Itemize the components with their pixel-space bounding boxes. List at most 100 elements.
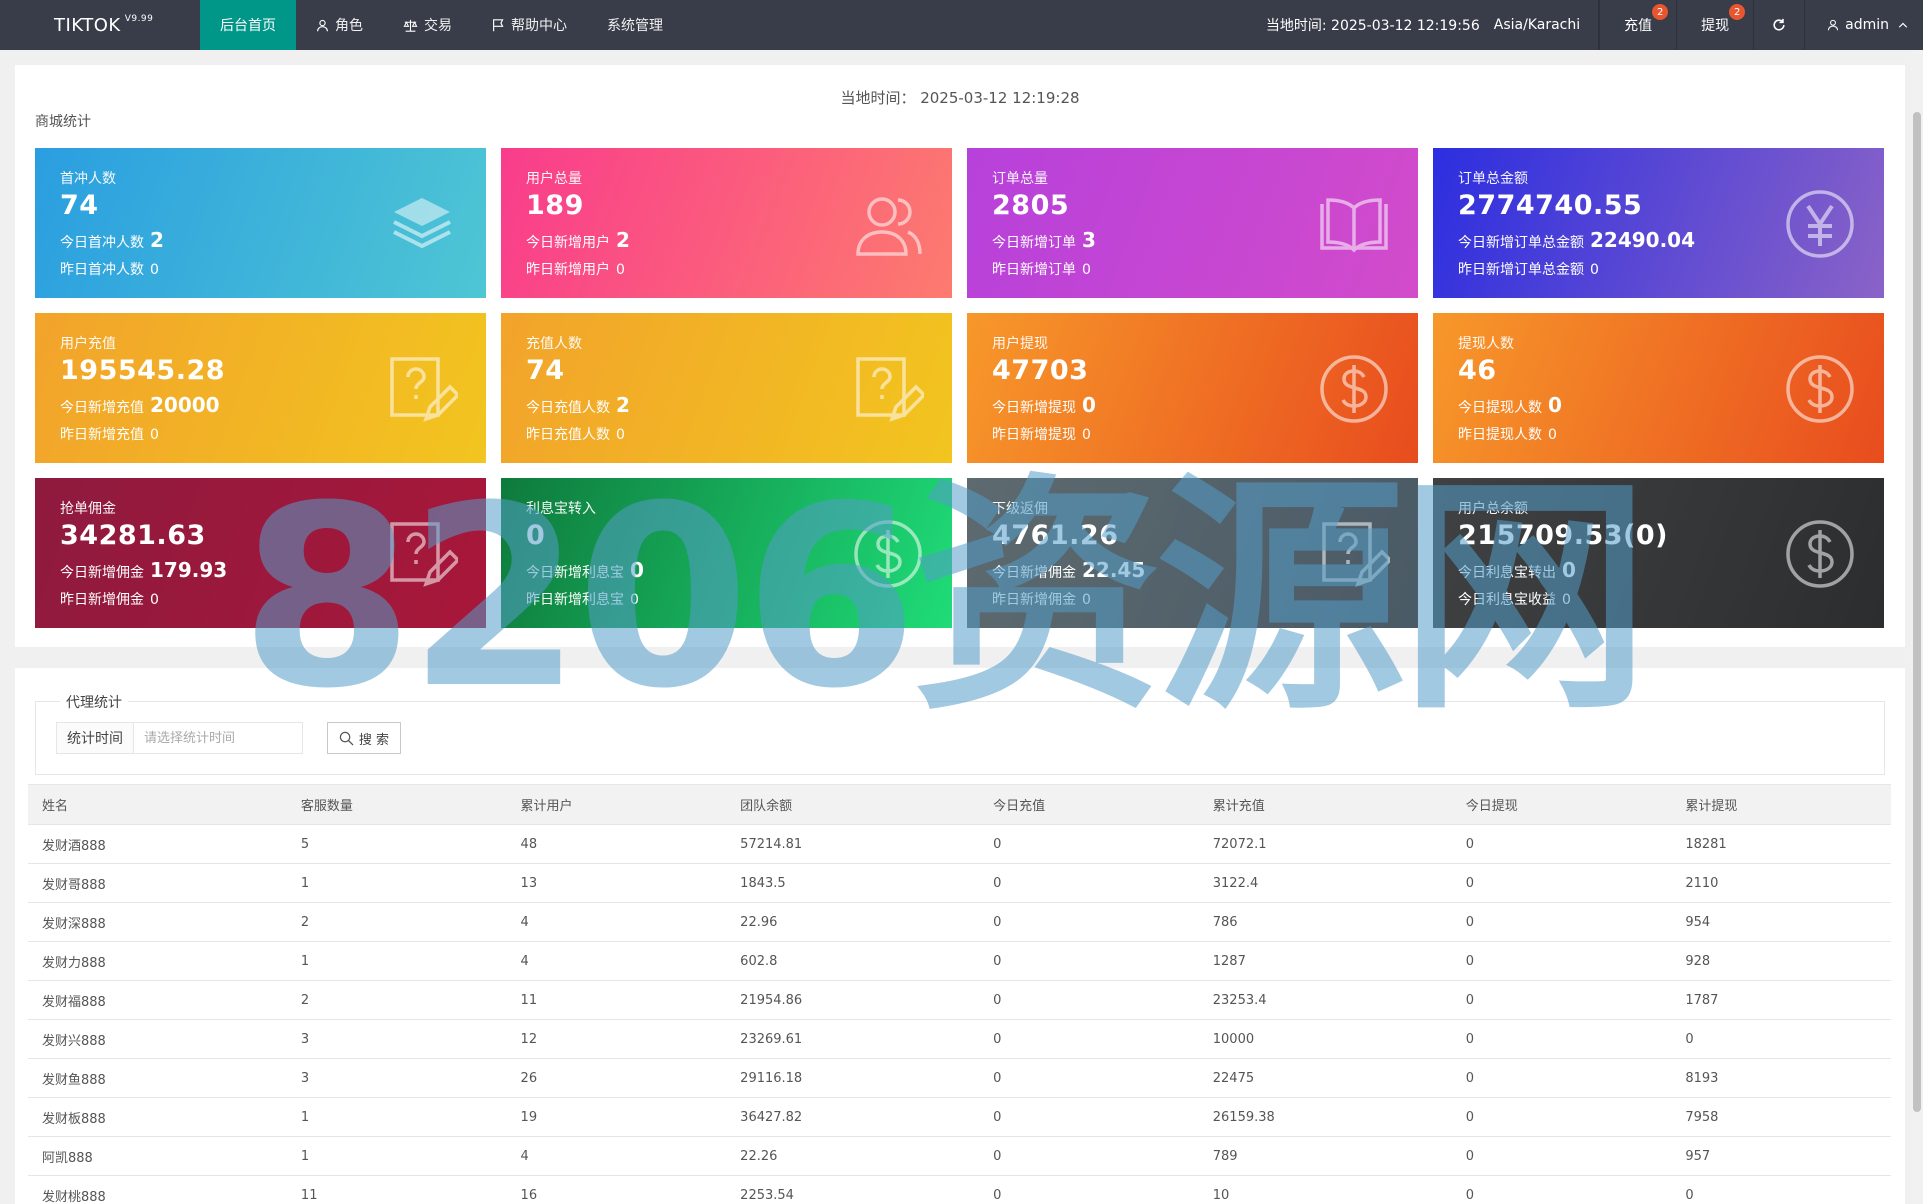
stat-card[interactable]: 用户总余额 215709.53(0) 今日利息宝转出 0 今日利息宝收益 0 (1433, 478, 1884, 628)
nav-item-roles[interactable]: 角色 (296, 0, 383, 50)
card-value: 46 (1458, 355, 1497, 386)
table-row[interactable]: 发财福888 2 11 21954.86 0 23253.4 0 1787 (28, 980, 1891, 1020)
card-yesterday: 昨日首冲人数 0 (60, 262, 159, 278)
fieldset-legend: 代理统计 (60, 692, 128, 712)
table-cell: 0 (1451, 902, 1672, 942)
page-scrollbar[interactable] (1911, 50, 1923, 1204)
card-value: 2774740.55 (1458, 190, 1643, 221)
table-cell: 发财哥888 (28, 863, 287, 903)
table-cell: 0 (979, 980, 1199, 1020)
nav-item-dashboard[interactable]: 后台首页 (200, 0, 296, 50)
table-cell: 1787 (1671, 980, 1891, 1020)
brand-name: TIKTOK (54, 14, 121, 36)
table-row[interactable]: 发财酒888 5 48 57214.81 0 72072.1 0 18281 (28, 824, 1891, 864)
card-yesterday: 昨日新增订单 0 (992, 262, 1091, 278)
card-value: 4761.26 (992, 520, 1119, 551)
dollar-icon (854, 520, 922, 588)
table-row[interactable]: 阿凯888 1 4 22.26 0 789 0 957 (28, 1136, 1891, 1176)
table-cell: 1 (286, 1136, 507, 1176)
table-cell: 0 (1671, 1019, 1891, 1059)
table-cell: 发财力888 (28, 941, 287, 981)
edit-help-icon (856, 357, 924, 422)
user-menu[interactable]: admin (1804, 0, 1923, 50)
nav-item-trade[interactable]: 交易 (383, 0, 472, 50)
card-label: 用户充值 (60, 336, 116, 352)
stat-card[interactable]: 用户提现 47703 今日新增提现 0 昨日新增提现 0 (967, 313, 1418, 463)
card-yesterday: 昨日新增利息宝 0 (526, 592, 639, 608)
table-cell: 0 (1451, 1058, 1672, 1098)
stat-card[interactable]: 抢单佣金 34281.63 今日新增佣金 179.93 昨日新增佣金 0 (35, 478, 486, 628)
column-header[interactable]: 累计充值 (1198, 784, 1452, 825)
stat-card[interactable]: 用户充值 195545.28 今日新增充值 20000 昨日新增充值 0 (35, 313, 486, 463)
search-button[interactable]: 搜 索 (327, 722, 401, 754)
table-cell: 789 (1198, 1136, 1452, 1176)
stat-card[interactable]: 订单总量 2805 今日新增订单 3 昨日新增订单 0 (967, 148, 1418, 298)
nav-item-system[interactable]: 系统管理 (587, 0, 683, 50)
table-cell: 0 (1451, 824, 1672, 864)
column-header[interactable]: 今日充值 (979, 784, 1199, 825)
table-cell: 57214.81 (726, 824, 980, 864)
table-cell: 3122.4 (1198, 863, 1452, 903)
card-today: 今日新增用户 2 (526, 228, 630, 252)
column-header[interactable]: 今日提现 (1451, 784, 1672, 825)
dollar-icon (1786, 520, 1854, 588)
table-cell: 954 (1671, 902, 1891, 942)
card-today: 今日首冲人数 2 (60, 228, 164, 252)
table-cell: 2110 (1671, 863, 1891, 903)
table-cell: 48 (506, 824, 727, 864)
stat-card[interactable]: 首冲人数 74 今日首冲人数 2 昨日首冲人数 0 (35, 148, 486, 298)
column-header[interactable]: 累计用户 (506, 784, 727, 825)
header-time: 当地时间: 2025-03-12 12:19:56 (1265, 18, 1480, 34)
card-today: 今日新增佣金 179.93 (60, 558, 228, 582)
stat-card[interactable]: 用户总量 189 今日新增用户 2 昨日新增用户 0 (501, 148, 952, 298)
column-header[interactable]: 团队余额 (726, 784, 980, 825)
table-cell: 0 (979, 1097, 1199, 1137)
card-today: 今日利息宝转出 0 (1458, 558, 1576, 582)
card-value: 2805 (992, 190, 1070, 221)
user-icon (1828, 19, 1839, 31)
table-cell: 发财板888 (28, 1097, 287, 1137)
filter-label: 统计时间 (56, 722, 134, 754)
table-cell: 0 (1451, 941, 1672, 981)
table-row[interactable]: 发财哥888 1 13 1843.5 0 3122.4 0 2110 (28, 863, 1891, 903)
stat-card[interactable]: 利息宝转入 0 今日新增利息宝 0 昨日新增利息宝 0 (501, 478, 952, 628)
refresh-icon (1773, 18, 1785, 31)
table-row[interactable]: 发财桃888 11 16 2253.54 0 10 0 0 (28, 1175, 1891, 1204)
stat-card[interactable]: 充值人数 74 今日充值人数 2 昨日充值人数 0 (501, 313, 952, 463)
stat-card[interactable]: 提现人数 46 今日提现人数 0 昨日提现人数 0 (1433, 313, 1884, 463)
card-today: 今日新增充值 20000 (60, 393, 220, 417)
card-today: 今日新增订单 3 (992, 228, 1096, 252)
table-cell: 22.96 (726, 902, 980, 942)
table-row[interactable]: 发财深888 2 4 22.96 0 786 0 954 (28, 902, 1891, 942)
table-row[interactable]: 发财板888 1 19 36427.82 0 26159.38 0 7958 (28, 1097, 1891, 1137)
card-value: 74 (526, 355, 565, 386)
table-cell: 0 (1451, 863, 1672, 903)
top-navbar: TIKTOK V9.99 后台首页 角色 交易 帮助中心 系统管理 当地时间: 2… (0, 0, 1923, 50)
column-header[interactable]: 累计提现 (1671, 784, 1891, 825)
card-yesterday: 昨日新增充值 0 (60, 427, 159, 443)
table-row[interactable]: 发财鱼888 3 26 29116.18 0 22475 0 8193 (28, 1058, 1891, 1098)
stat-card[interactable]: 下级返佣 4761.26 今日新增佣金 22.45 昨日新增佣金 0 (967, 478, 1418, 628)
table-row[interactable]: 发财力888 1 4 602.8 0 1287 0 928 (28, 941, 1891, 981)
dollar-icon (1786, 355, 1854, 423)
table-row[interactable]: 发财兴888 3 12 23269.61 0 10000 0 0 (28, 1019, 1891, 1059)
brand-logo[interactable]: TIKTOK V9.99 (0, 0, 200, 50)
column-header[interactable]: 客服数量 (286, 784, 507, 825)
recharge-button[interactable]: 充值 2 (1599, 0, 1676, 50)
stat-time-input[interactable] (133, 722, 303, 754)
table-cell: 602.8 (726, 941, 980, 981)
nav-item-help[interactable]: 帮助中心 (472, 0, 587, 50)
dollar-icon (1320, 355, 1388, 423)
table-cell: 0 (1451, 1097, 1672, 1137)
table-header-row: 姓名 客服数量 累计用户 团队余额 今日充值 累计充值 今日提现 累计提现 (28, 784, 1891, 825)
refresh-button[interactable] (1753, 0, 1804, 50)
column-header[interactable]: 姓名 (28, 784, 287, 825)
scrollbar-thumb[interactable] (1913, 112, 1921, 1112)
mall-stats-panel: 当地时间： 2025-03-12 12:19:28 商城统计 首冲人数 74 今日首… (15, 65, 1905, 647)
withdraw-button[interactable]: 提现 2 (1676, 0, 1753, 50)
stat-card[interactable]: 订单总金额 2774740.55 今日新增订单总金额 22490.04 昨日新增订单总金… (1433, 148, 1884, 298)
card-value: 215709.53(0) (1458, 520, 1669, 551)
card-label: 订单总金额 (1458, 171, 1528, 187)
table-cell: 发财兴888 (28, 1019, 287, 1059)
chevron-up-icon (1898, 22, 1908, 28)
